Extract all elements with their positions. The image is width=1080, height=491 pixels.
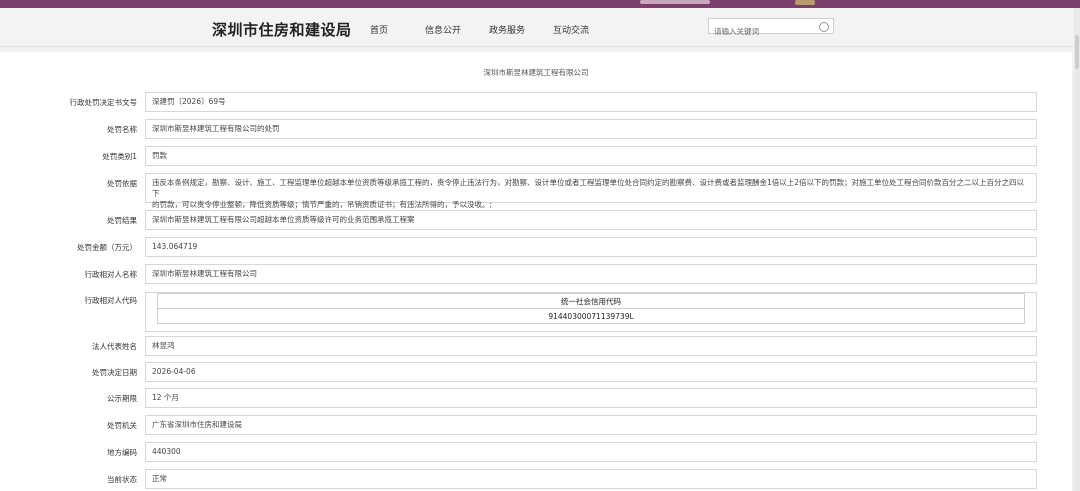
search-box[interactable] <box>708 18 834 39</box>
field-value: 深圳市斯昱林建筑工程有限公司的处罚 <box>145 119 1037 139</box>
credit-code-table: 统一社会信用代码 91440300071139739L <box>157 293 1025 324</box>
field-label: 处罚决定日期 <box>92 368 137 377</box>
field-label: 地方编码 <box>107 448 137 457</box>
top-bar-text-blurred <box>640 0 710 4</box>
field-label: 处罚名称 <box>107 125 137 134</box>
field-value: 深圳市斯昱林建筑工程有限公司 <box>145 264 1037 284</box>
search-input[interactable] <box>709 24 814 39</box>
field-label: 公示期限 <box>107 394 137 403</box>
nav-info-disclosure[interactable]: 信息公开 <box>425 23 461 36</box>
scrollbar[interactable] <box>1074 8 1080 491</box>
field-value: 罚款 <box>145 146 1037 166</box>
field-value: 深建罚〔2026〕69号 <box>145 92 1037 112</box>
site-header: 深圳市住房和建设局 首页 信息公开 政务服务 互动交流 <box>0 8 1080 47</box>
search-icon[interactable] <box>819 22 829 32</box>
nav-home[interactable]: 首页 <box>370 23 388 36</box>
field-label: 处罚依据 <box>107 179 137 188</box>
scrollbar-thumb[interactable] <box>1075 35 1079 69</box>
field-value-multiline: 违反本条例规定，勘察、设计、施工、工程监理单位超越本单位资质等级承揽工程的，责令… <box>145 173 1037 209</box>
field-value: 12 个月 <box>145 388 1037 408</box>
field-value-line: 违反本条例规定，勘察、设计、施工、工程监理单位超越本单位资质等级承揽工程的，责令… <box>152 178 1025 198</box>
top-bar <box>0 0 1080 8</box>
field-value: 143.064719 <box>145 237 1037 257</box>
field-label: 当前状态 <box>107 475 137 484</box>
table-row: 91440300071139739L <box>157 308 1025 324</box>
field-value: 广东省深圳市住房和建设局 <box>145 415 1037 435</box>
field-value: 2026-04-06 <box>145 362 1037 382</box>
field-label: 处罚金额（万元） <box>77 243 137 252</box>
top-bar-icon-blurred <box>795 0 815 5</box>
field-label: 行政处罚决定书文号 <box>69 98 138 107</box>
field-value: 深圳市斯昱林建筑工程有限公司超越本单位资质等级许可的业务范围承揽工程案 <box>145 210 1037 230</box>
field-label: 处罚类别1 <box>102 152 137 161</box>
field-label: 行政相对人代码 <box>84 296 138 305</box>
detail-panel: 深圳市斯昱林建筑工程有限公司 行政处罚决定书文号 深建罚〔2026〕69号 处罚… <box>0 52 1072 491</box>
field-value: 林昱鸿 <box>145 336 1037 356</box>
field-label: 处罚机关 <box>107 421 137 430</box>
nav-government-services[interactable]: 政务服务 <box>489 23 525 36</box>
site-title[interactable]: 深圳市住房和建设局 <box>212 19 352 40</box>
field-value: 440300 <box>145 442 1037 462</box>
field-label: 行政相对人名称 <box>84 270 138 279</box>
table-row: 统一社会信用代码 <box>157 293 1025 309</box>
field-label: 处罚结果 <box>107 216 137 225</box>
field-value-line: 的罚款，可以责令停业整顿，降低资质等级；情节严重的，吊销资质证书；有违法所得的，… <box>152 200 493 209</box>
field-value: 正常 <box>145 469 1037 489</box>
table-cell: 91440300071139739L <box>157 308 1025 324</box>
page-title: 深圳市斯昱林建筑工程有限公司 <box>483 68 589 77</box>
field-label: 法人代表姓名 <box>92 342 137 351</box>
nav-interaction[interactable]: 互动交流 <box>553 23 589 36</box>
table-header-cell: 统一社会信用代码 <box>157 293 1025 309</box>
